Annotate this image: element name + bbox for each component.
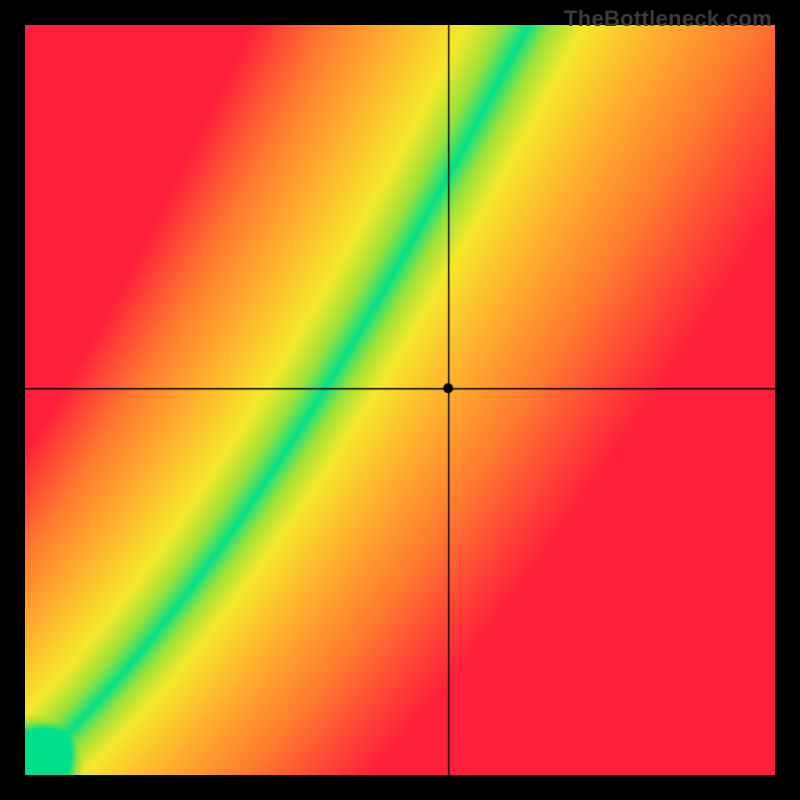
chart-frame: TheBottleneck.com <box>0 0 800 800</box>
bottleneck-heatmap <box>25 25 775 775</box>
watermark-text: TheBottleneck.com <box>564 6 772 32</box>
